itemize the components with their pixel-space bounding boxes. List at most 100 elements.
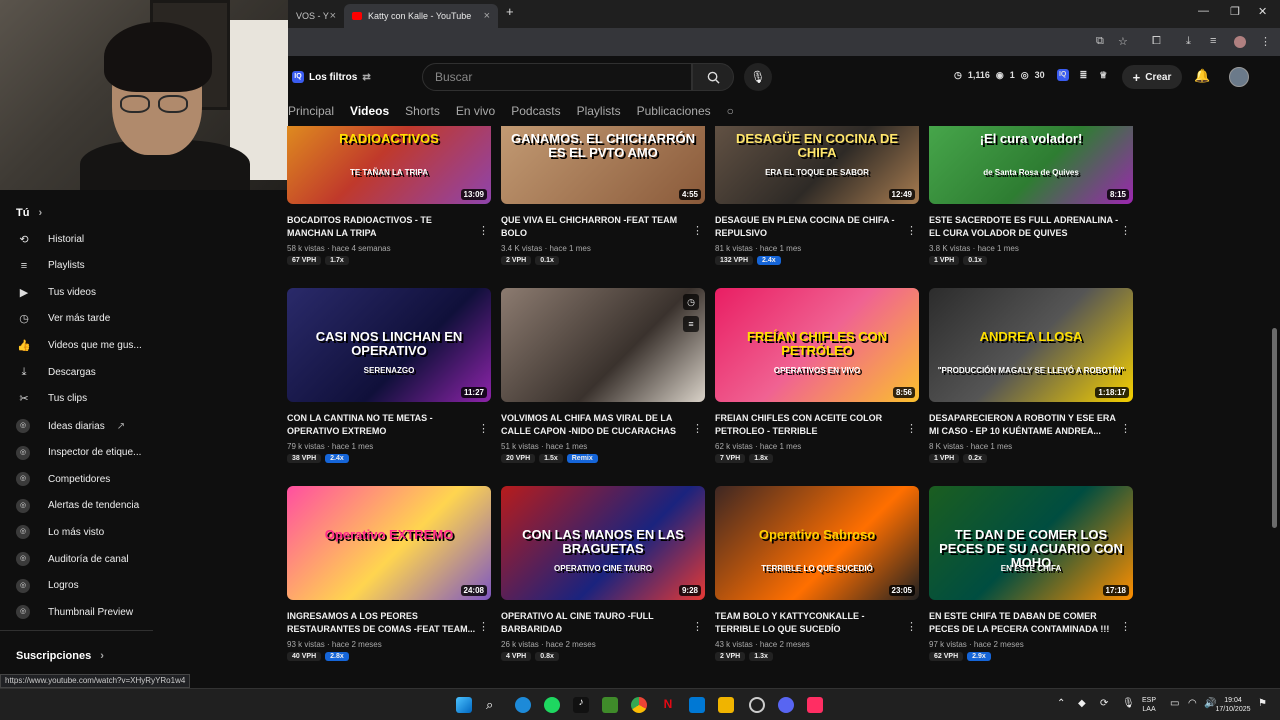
remix-chip[interactable]: Remix xyxy=(566,454,598,463)
store-icon[interactable] xyxy=(689,697,705,713)
extension-badge-icon[interactable]: IQ xyxy=(1056,69,1069,81)
video-card[interactable]: DESAGÜE EN COCINA DE CHIFA ERA EL TOQUE D… xyxy=(715,126,919,265)
settings-gear-icon[interactable] xyxy=(749,697,765,713)
video-card[interactable]: Operativo Sabroso TERRIBLE LO QUE SUCEDIÓ… xyxy=(715,486,919,661)
windows-start-icon[interactable] xyxy=(456,697,472,713)
more-options-icon[interactable]: ⋮ xyxy=(1120,422,1131,435)
close-icon[interactable]: × xyxy=(484,10,490,22)
tab-active[interactable]: Katty con Kalle - YouTube × xyxy=(344,4,498,28)
sidebar-extension-item[interactable]: ◎ Competidores xyxy=(16,469,156,489)
video-title[interactable]: EN ESTE CHIFA TE DABAN DE COMER PECES DE… xyxy=(929,610,1119,636)
video-thumbnail[interactable]: Operativo Sabroso TERRIBLE LO QUE SUCEDIÓ… xyxy=(715,486,919,600)
tiktok-icon[interactable]: ♪ xyxy=(573,697,589,713)
mic-tray-icon[interactable]: 🎙 xyxy=(1122,699,1135,709)
more-options-icon[interactable]: ⋮ xyxy=(692,224,703,237)
bookmark-star-icon[interactable]: ☆ xyxy=(1118,35,1128,48)
video-thumbnail[interactable]: RADIOACTIVOS TE TAÑAN LA TRIPA 13:09 xyxy=(287,126,491,204)
chrome-icon[interactable] xyxy=(631,697,647,713)
more-options-icon[interactable]: ⋮ xyxy=(906,422,917,435)
more-options-icon[interactable]: ⋮ xyxy=(478,422,489,435)
clock[interactable]: 19:04 17/10/2025 xyxy=(1210,696,1256,714)
video-card[interactable]: FREÍAN CHIFLES CON PETRÓLEO OPERATIVOS EN… xyxy=(715,288,919,463)
video-title[interactable]: CON LA CANTINA NO TE METAS - OPERATIVO E… xyxy=(287,412,477,438)
video-card[interactable]: CON LAS MANOS EN LAS BRAGUETAS OPERATIVO … xyxy=(501,486,705,661)
sidebar-you-heading[interactable]: Tú › xyxy=(16,207,42,219)
video-card[interactable]: ¡El cura volador! de Santa Rosa de Quives… xyxy=(929,126,1133,265)
spotify-icon[interactable] xyxy=(544,697,560,713)
video-title[interactable]: INGRESAMOS A LOS PEORES RESTAURANTES DE … xyxy=(287,610,477,636)
video-thumbnail[interactable]: ANDREA LLOSA "PRODUCCIÓN MAGALY SE LLEVÓ … xyxy=(929,288,1133,402)
more-options-icon[interactable]: ⋮ xyxy=(1120,620,1131,633)
sidebar-item[interactable]: ⤓ Descargas xyxy=(16,362,156,382)
video-title[interactable]: ESTE SACERDOTE ES FULL ADRENALINA - EL C… xyxy=(929,214,1119,240)
watch-later-icon[interactable]: ◷ xyxy=(683,294,699,310)
menu-dots-icon[interactable]: ⋮ xyxy=(1260,35,1271,48)
install-icon[interactable]: ⧉ xyxy=(1096,35,1104,48)
sidebar-extension-item[interactable]: ◎ Auditoría de canal xyxy=(16,549,156,569)
voice-search-button[interactable]: 🎙 xyxy=(744,63,772,91)
video-card[interactable]: CASI NOS LINCHAN EN OPERATIVO SERENAZGO 11… xyxy=(287,288,491,463)
sidebar-extension-item[interactable]: ◎ Logros xyxy=(16,576,156,596)
new-tab-button[interactable]: + xyxy=(506,4,514,19)
video-title[interactable]: FREIAN CHIFLES CON ACEITE COLOR PETROLEO… xyxy=(715,412,905,438)
search-input[interactable]: Buscar xyxy=(422,63,692,91)
video-thumbnail[interactable]: TE DAN DE COMER LOS PECES DE SU ACUARIO … xyxy=(929,486,1133,600)
sidebar-item[interactable]: 👍 Videos que me gus... xyxy=(16,335,156,355)
sidebar-item[interactable]: ⟲ Historial xyxy=(16,229,156,249)
sidebar-item[interactable]: ◷ Ver más tarde xyxy=(16,309,156,329)
sidebar-extension-item[interactable]: ◎ Ideas diarias ↗ xyxy=(16,416,156,436)
video-thumbnail[interactable]: FREÍAN CHIFLES CON PETRÓLEO OPERATIVOS EN… xyxy=(715,288,919,402)
video-title[interactable]: DESAGUE EN PLENA COCINA DE CHIFA - REPUL… xyxy=(715,214,905,240)
netflix-icon[interactable]: N xyxy=(660,697,676,713)
filters-button[interactable]: IQ Los filtros ⇄ xyxy=(292,66,371,88)
sync-icon[interactable]: ⟳ xyxy=(1100,699,1108,709)
tab-podcasts[interactable]: Podcasts xyxy=(511,100,560,122)
tab-playlists[interactable]: Playlists xyxy=(577,100,621,122)
tab-en-vivo[interactable]: En vivo xyxy=(456,100,495,122)
page-scrollbar[interactable] xyxy=(1268,56,1280,686)
video-thumbnail[interactable]: Operativo EXTREMO 24:08 xyxy=(287,486,491,600)
video-card[interactable]: Operativo EXTREMO 24:08 INGRESAMOS A LOS P… xyxy=(287,486,491,661)
video-thumbnail[interactable]: ◷ ≡ xyxy=(501,288,705,402)
channel-search-icon[interactable]: ○ xyxy=(727,100,734,122)
sidebar-extension-item[interactable]: ◎ Inspector de etique... xyxy=(16,443,156,463)
more-options-icon[interactable]: ⋮ xyxy=(478,224,489,237)
video-thumbnail[interactable]: CON LAS MANOS EN LAS BRAGUETAS OPERATIVO … xyxy=(501,486,705,600)
avatar[interactable] xyxy=(1229,67,1249,87)
tab-principal[interactable]: Principal xyxy=(288,100,334,122)
file-explorer-icon[interactable] xyxy=(718,697,734,713)
scrollbar-thumb[interactable] xyxy=(1272,328,1277,528)
search-button[interactable] xyxy=(692,63,734,91)
video-thumbnail[interactable]: DESAGÜE EN COCINA DE CHIFA ERA EL TOQUE D… xyxy=(715,126,919,204)
sidebar-item[interactable]: ✂ Tus clips xyxy=(16,389,156,409)
restore-icon[interactable]: ❐ xyxy=(1230,5,1240,18)
create-button[interactable]: + Crear xyxy=(1122,65,1182,89)
sidebar-item[interactable]: ≡ Playlists xyxy=(16,256,156,276)
language-indicator[interactable]: ESP LAA xyxy=(1142,696,1156,714)
minecraft-icon[interactable] xyxy=(602,697,618,713)
chevron-up-icon[interactable]: ⌃ xyxy=(1057,699,1065,709)
tab-videos[interactable]: Videos xyxy=(350,100,389,122)
video-title[interactable]: OPERATIVO AL CINE TAURO -FULL BARBARIDAD xyxy=(501,610,691,636)
more-options-icon[interactable]: ⋮ xyxy=(692,422,703,435)
notification-icon[interactable]: ⚑ xyxy=(1258,699,1267,709)
trophy-icon[interactable]: ♕ xyxy=(1099,70,1107,81)
reading-list-icon[interactable]: ≡ xyxy=(1210,35,1216,47)
add-to-queue-icon[interactable]: ≡ xyxy=(683,316,699,332)
video-card[interactable]: ANDREA LLOSA "PRODUCCIÓN MAGALY SE LLEVÓ … xyxy=(929,288,1133,463)
window-close-icon[interactable]: ✕ xyxy=(1258,5,1267,18)
profile-icon[interactable] xyxy=(1234,36,1246,48)
video-thumbnail[interactable]: ¡El cura volador! de Santa Rosa de Quives… xyxy=(929,126,1133,204)
extensions-icon[interactable]: ⧠ xyxy=(1152,35,1161,48)
bell-icon[interactable]: 🔔 xyxy=(1194,68,1210,84)
more-options-icon[interactable]: ⋮ xyxy=(478,620,489,633)
more-options-icon[interactable]: ⋮ xyxy=(1120,224,1131,237)
sidebar-extension-item[interactable]: ◎ Alertas de tendencia xyxy=(16,496,156,516)
video-card[interactable]: RADIOACTIVOS TE TAÑAN LA TRIPA 13:09 BOCADI… xyxy=(287,126,491,265)
video-card[interactable]: GANAMOS. EL CHICHARRÓN ES EL PVTO AMO 4:5… xyxy=(501,126,705,265)
download-icon[interactable]: ⤓ xyxy=(1186,35,1191,48)
edge-icon[interactable] xyxy=(515,697,531,713)
more-options-icon[interactable]: ⋮ xyxy=(906,224,917,237)
discord-icon[interactable] xyxy=(778,697,794,713)
video-card[interactable]: ◷ ≡ VOLVIMOS AL CHIFA MAS VIRAL DE LA CALL… xyxy=(501,288,705,463)
